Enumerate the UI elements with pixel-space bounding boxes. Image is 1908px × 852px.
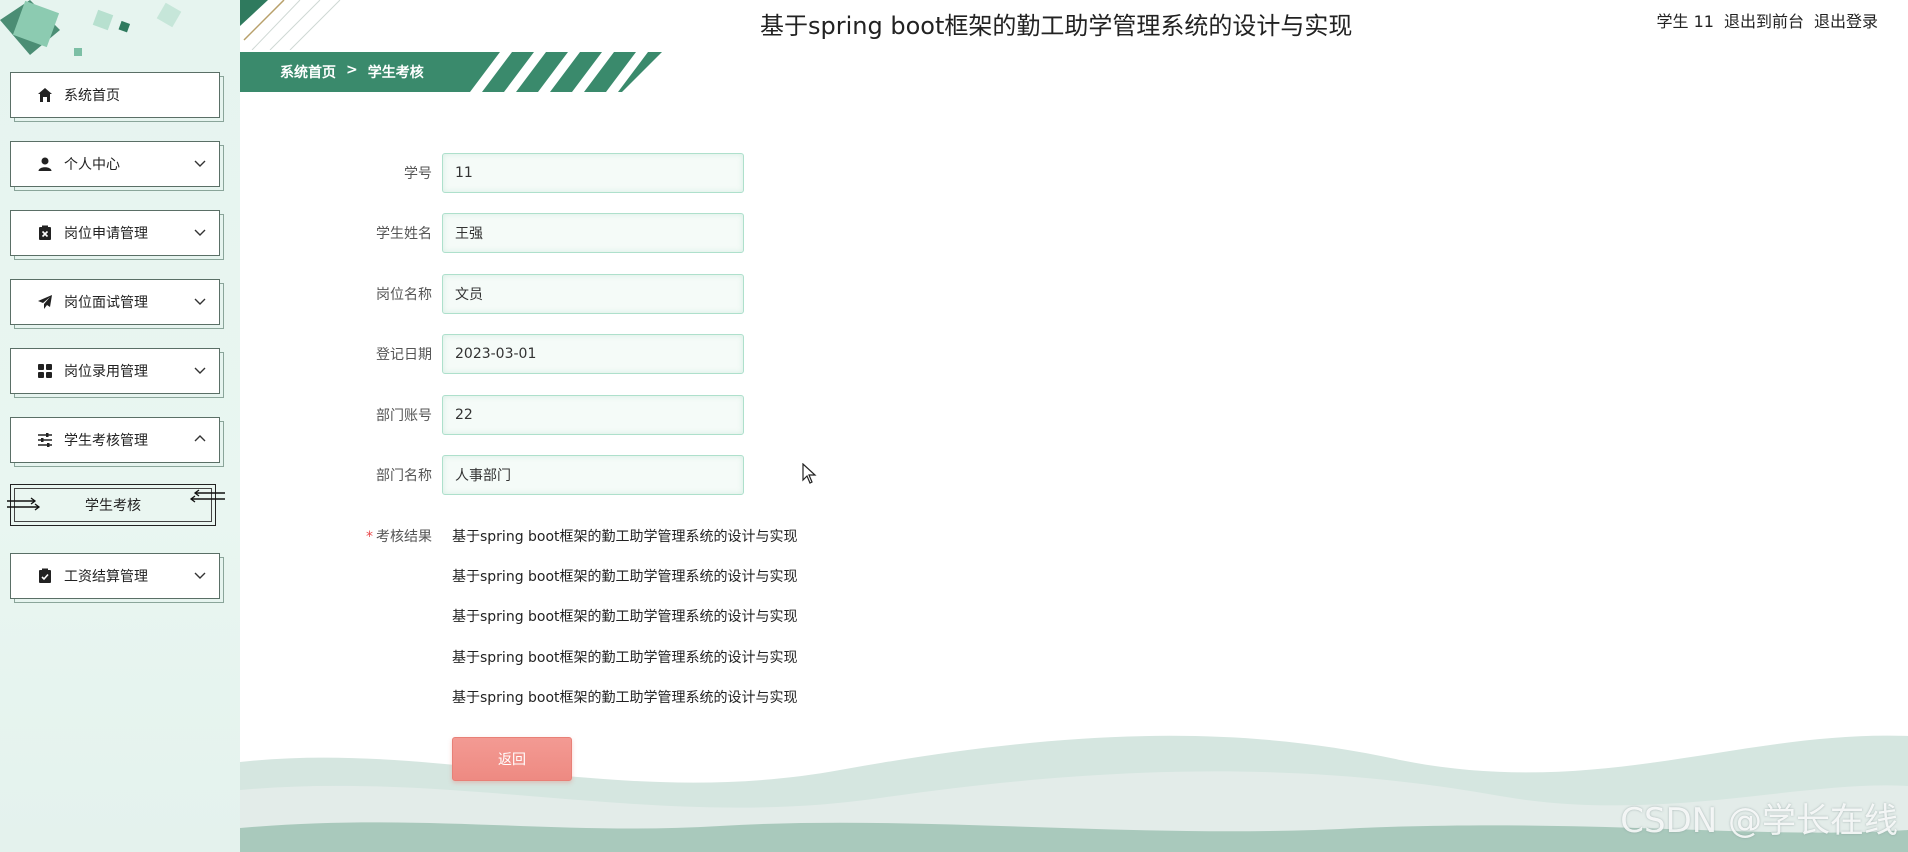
register-date-field[interactable]	[442, 334, 744, 374]
sidebar-item-home[interactable]: 系统首页	[10, 72, 220, 118]
breadcrumb-separator: >	[346, 62, 358, 78]
watermark: CSDN @学长在线	[1620, 801, 1898, 841]
chevron-down-icon	[194, 229, 206, 236]
result-line: 基于spring boot框架的勤工助学管理系统的设计与实现	[452, 609, 798, 625]
mouse-cursor-icon	[802, 463, 817, 484]
sidebar: 系统首页 个人中心 岗位申请管理 岗位面试管理 岗位录用管理 学生考核管理 学生…	[0, 0, 240, 852]
chevron-down-icon	[194, 367, 206, 374]
sidebar-decoration	[0, 0, 182, 56]
position-name-label: 岗位名称	[376, 287, 432, 303]
sidebar-item-label: 岗位录用管理	[64, 364, 148, 380]
sidebar-subitem-label: 学生考核	[85, 498, 141, 514]
student-name-field[interactable]	[442, 213, 744, 253]
header-decoration	[240, 0, 341, 50]
form-row-dept-name: 部门名称	[300, 454, 760, 496]
student-no-field[interactable]	[442, 153, 744, 193]
sidebar-item-student-assessment[interactable]: 学生考核管理	[10, 417, 220, 463]
chevron-down-icon	[194, 572, 206, 579]
arrows-right-icon	[7, 497, 41, 511]
result-line: 基于spring boot框架的勤工助学管理系统的设计与实现	[452, 569, 798, 585]
result-line: 基于spring boot框架的勤工助学管理系统的设计与实现	[452, 650, 798, 666]
breadcrumb-current: 学生考核	[367, 65, 424, 81]
sidebar-item-label: 学生考核管理	[64, 433, 148, 449]
app-title: 基于spring boot框架的勤工助学管理系统的设计与实现	[760, 12, 1353, 40]
sidebar-item-position-hire[interactable]: 岗位录用管理	[10, 348, 220, 394]
user-icon	[36, 155, 54, 173]
breadcrumb: 系统首页 > 学生考核	[280, 62, 424, 82]
sidebar-item-position-interview[interactable]: 岗位面试管理	[10, 279, 220, 325]
back-to-front-link[interactable]: 退出到前台	[1724, 8, 1804, 32]
student-name-label: 学生姓名	[376, 226, 432, 242]
sidebar-item-personal-center[interactable]: 个人中心	[10, 141, 220, 187]
sidebar-item-label: 岗位申请管理	[64, 226, 148, 242]
form-row-dept-account: 部门账号	[300, 394, 760, 436]
back-button[interactable]: 返回	[452, 737, 572, 781]
sidebar-subitem-student-assessment[interactable]: 学生考核	[7, 484, 225, 526]
sidebar-item-position-apply[interactable]: 岗位申请管理	[10, 210, 220, 256]
dept-account-field[interactable]	[442, 395, 744, 435]
dept-account-label: 部门账号	[376, 408, 432, 424]
sidebar-item-label: 系统首页	[64, 88, 120, 104]
sidebar-item-label: 个人中心	[64, 157, 120, 173]
chevron-down-icon	[194, 160, 206, 167]
grid-icon	[36, 362, 54, 380]
send-icon	[36, 293, 54, 311]
logout-link[interactable]: 退出登录	[1814, 8, 1878, 32]
register-date-label: 登记日期	[376, 347, 432, 363]
sidebar-item-salary-settlement[interactable]: 工资结算管理	[10, 553, 220, 599]
form-row-register-date: 登记日期	[300, 333, 760, 375]
sidebar-item-label: 工资结算管理	[64, 569, 148, 585]
chevron-down-icon	[194, 298, 206, 305]
form-row-student-name: 学生姓名	[300, 212, 760, 254]
required-mark: *	[366, 529, 373, 545]
result-line: 基于spring boot框架的勤工助学管理系统的设计与实现	[452, 529, 798, 545]
student-no-label: 学号	[404, 166, 432, 182]
position-name-field[interactable]	[442, 274, 744, 314]
dept-name-field[interactable]	[442, 455, 744, 495]
chevron-up-icon	[194, 435, 206, 442]
form-row-student-no: 学号	[300, 152, 760, 194]
result-label-text: 考核结果	[376, 529, 432, 545]
arrows-left-icon	[189, 489, 225, 503]
clipboard-check-icon	[36, 567, 54, 585]
form-row-position-name: 岗位名称	[300, 273, 760, 315]
home-icon	[36, 86, 54, 104]
user-links: 学生 11 退出到前台 退出登录	[1657, 8, 1878, 32]
sidebar-item-label: 岗位面试管理	[64, 295, 148, 311]
sliders-icon	[36, 431, 54, 449]
clipboard-x-icon	[36, 224, 54, 242]
result-label: * 考核结果	[300, 526, 442, 546]
breadcrumb-home[interactable]: 系统首页	[280, 62, 336, 82]
current-user: 学生 11	[1656, 12, 1714, 31]
dept-name-label: 部门名称	[376, 468, 432, 484]
